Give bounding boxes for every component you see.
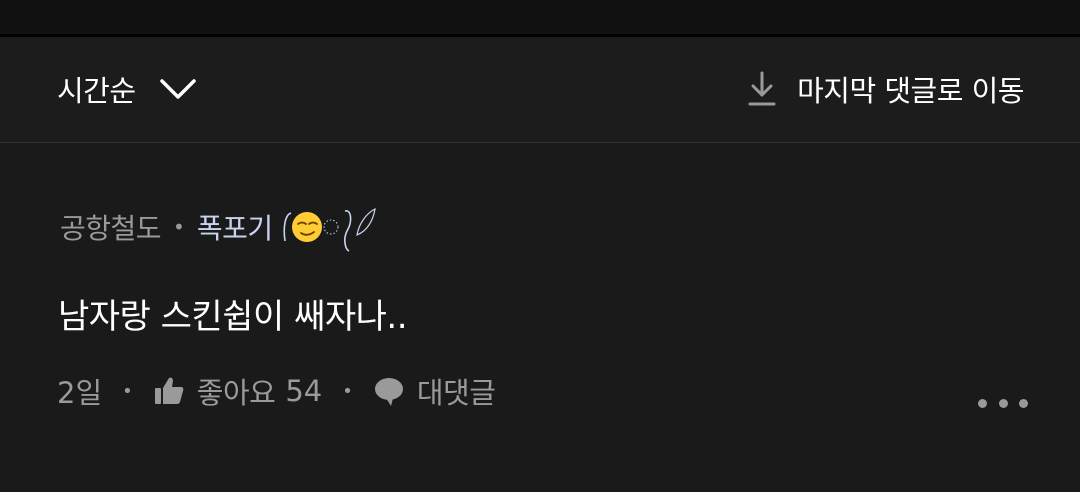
more-dot-icon bbox=[1019, 398, 1028, 408]
comment-text: 남자랑 스킨쉽이 쌔자나.. bbox=[58, 297, 408, 337]
speech-bubble-icon bbox=[373, 375, 405, 407]
like-count: 54 bbox=[285, 374, 323, 408]
chevron-down-icon bbox=[159, 77, 196, 101]
thumbs-up-icon bbox=[153, 375, 185, 407]
user-rank-label: 폭포기 bbox=[196, 212, 273, 245]
sort-order-label: 시간순 bbox=[57, 74, 136, 108]
action-separator: • bbox=[122, 380, 133, 402]
more-dot-icon bbox=[978, 398, 987, 408]
top-strip bbox=[0, 0, 1080, 34]
like-button[interactable]: 좋아요 54 bbox=[153, 370, 322, 412]
action-separator: • bbox=[342, 380, 353, 402]
rank-badge-icon bbox=[279, 199, 379, 255]
jump-to-last-comment-button[interactable]: 마지막 댓글로 이동 bbox=[747, 67, 1024, 111]
sort-bar: 시간순 마지막 댓글로 이동 bbox=[0, 37, 1080, 142]
comment-meta: 공항철도 • 폭포기 bbox=[60, 199, 379, 255]
more-dot-icon bbox=[998, 398, 1008, 408]
comment-item: 공항철도 • 폭포기 남자랑 스킨쉽이 쌔자나.. 2일 • 좋아요 54 • … bbox=[0, 143, 1080, 492]
meta-separator: • bbox=[173, 215, 185, 239]
comment-author[interactable]: 공항철도 bbox=[60, 207, 162, 247]
reply-button[interactable]: 대댓글 bbox=[373, 370, 496, 412]
sort-order-dropdown[interactable]: 시간순 bbox=[57, 67, 196, 111]
more-options-button[interactable] bbox=[978, 391, 1028, 415]
jump-to-last-comment-label: 마지막 댓글로 이동 bbox=[797, 74, 1024, 108]
reply-label: 대댓글 bbox=[416, 376, 496, 410]
like-label: 좋아요 bbox=[196, 376, 276, 410]
download-arrow-icon bbox=[747, 70, 777, 108]
comment-timestamp: 2일 bbox=[57, 376, 103, 410]
comment-actions: 2일 • 좋아요 54 • 대댓글 bbox=[57, 369, 496, 413]
